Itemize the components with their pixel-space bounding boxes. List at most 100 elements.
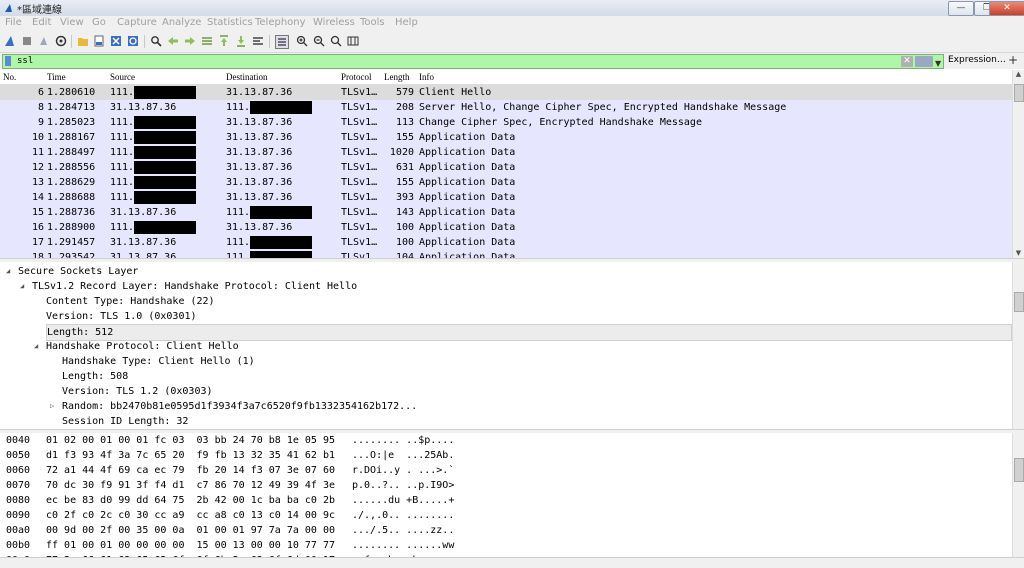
packet-source: 111. xyxy=(110,117,135,128)
menu-bar: File Edit View Go Capture Analyze Statis… xyxy=(0,16,1024,31)
menu-go[interactable]: Go xyxy=(92,17,106,28)
bytes-row[interactable]: 0070 70 dc 30 f9 91 3f f4 d1 c7 86 70 12 … xyxy=(0,478,1012,493)
bytes-row[interactable]: 00a0 00 9d 00 2f 00 35 00 0a 01 00 01 97 … xyxy=(0,523,1012,538)
packet-protocol: TLSv1… xyxy=(341,237,378,248)
minimize-button[interactable]: — xyxy=(948,1,974,16)
packet-no: 18 xyxy=(31,252,44,258)
col-info[interactable]: Info xyxy=(419,72,434,82)
packet-row[interactable]: 13 1.288629 111. 31.13.87.36 TLSv1… 155 Applic… xyxy=(0,175,1012,190)
zoom-out-icon[interactable] xyxy=(313,35,325,47)
go-last-packet-icon[interactable] xyxy=(235,35,247,47)
close-button[interactable]: ✕ xyxy=(989,1,1024,16)
bytes-hex: 70 dc 30 f9 91 3f f4 d1 c7 86 70 12 49 3… xyxy=(46,480,335,491)
packet-time: 1.293542 xyxy=(47,252,96,258)
tree-expanded-icon[interactable]: ◢ xyxy=(20,279,24,294)
packet-protocol: TLSv1… xyxy=(341,252,378,258)
col-protocol[interactable]: Protocol xyxy=(341,72,372,82)
tree-expanded-icon[interactable]: ◢ xyxy=(6,264,10,279)
zoom-in-icon[interactable] xyxy=(296,35,308,47)
packet-no: 14 xyxy=(31,192,44,203)
col-time[interactable]: Time xyxy=(47,72,66,82)
menu-capture[interactable]: Capture xyxy=(117,17,157,28)
packet-row[interactable]: 16 1.288900 111. 31.13.87.36 TLSv1… 100 Applic… xyxy=(0,220,1012,235)
packet-info: Application Data xyxy=(419,177,516,188)
packet-row[interactable]: 18 1.293542 31.13.87.36 111. TLSv1… 104 Applic… xyxy=(0,250,1012,258)
bytes-row[interactable]: 0090 c0 2f c0 2c c0 30 cc a9 cc a8 c0 13 … xyxy=(0,508,1012,523)
add-filter-button[interactable]: + xyxy=(1008,53,1018,67)
col-destination[interactable]: Destination xyxy=(226,72,268,82)
window-title: *區域連線 xyxy=(17,5,62,16)
reload-file-icon[interactable] xyxy=(127,35,139,47)
go-back-icon[interactable] xyxy=(167,35,179,47)
packet-list-scrollbar[interactable]: ▲ ▼ xyxy=(1012,70,1024,258)
start-capture-icon[interactable] xyxy=(4,35,16,47)
close-file-icon[interactable] xyxy=(110,35,122,47)
bytes-row[interactable]: 0040 01 02 00 01 00 01 fc 03 03 bb 24 70 … xyxy=(0,433,1012,448)
bytes-hex: 01 02 00 01 00 01 fc 03 03 bb 24 70 b8 1… xyxy=(46,435,335,446)
auto-scroll-icon[interactable] xyxy=(252,35,264,47)
apply-filter-icon[interactable] xyxy=(915,56,933,67)
packet-no: 9 xyxy=(37,117,44,128)
menu-statistics[interactable]: Statistics xyxy=(207,17,253,28)
restart-capture-icon[interactable] xyxy=(38,35,50,47)
expression-button[interactable]: Expression… xyxy=(948,55,1006,65)
menu-edit[interactable]: Edit xyxy=(32,17,51,28)
stop-capture-icon[interactable] xyxy=(21,35,33,47)
capture-options-icon[interactable] xyxy=(55,35,67,47)
menu-analyze[interactable]: Analyze xyxy=(162,17,201,28)
go-to-packet-icon[interactable] xyxy=(201,35,213,47)
menu-tools[interactable]: Tools xyxy=(360,17,385,28)
packet-row[interactable]: 11 1.288497 111. 31.13.87.36 TLSv1… 1020 Appli… xyxy=(0,145,1012,160)
filter-bookmark-icon[interactable] xyxy=(5,56,11,66)
normal-size-icon[interactable] xyxy=(330,35,342,47)
bytes-scrollbar[interactable] xyxy=(1012,433,1024,557)
packet-row[interactable]: 17 1.291457 31.13.87.36 111. TLSv1… 100 Applic… xyxy=(0,235,1012,250)
packet-source: 111. xyxy=(110,192,135,203)
packet-info: Application Data xyxy=(419,252,516,258)
menu-telephony[interactable]: Telephony xyxy=(255,17,306,28)
packet-row[interactable]: 9 1.285023 111. 31.13.87.36 TLSv1… 113 Change … xyxy=(0,115,1012,130)
go-forward-icon[interactable] xyxy=(184,35,196,47)
tree-collapsed-icon[interactable]: ▷ xyxy=(50,399,54,414)
wireshark-fin-icon xyxy=(5,4,12,12)
bytes-row[interactable]: 0080 ec be 83 d0 99 dd 64 75 2b 42 00 1c … xyxy=(0,493,1012,508)
packet-row[interactable]: 14 1.288688 111. 31.13.87.36 TLSv1… 393 Applic… xyxy=(0,190,1012,205)
detail-text: Secure Sockets Layer xyxy=(18,266,139,277)
bytes-row[interactable]: 00b0 ff 01 00 01 00 00 00 00 15 00 13 00 … xyxy=(0,538,1012,553)
packet-row[interactable]: 6 1.280610 111. 31.13.87.36 TLSv1… 579 Client … xyxy=(0,85,1012,100)
col-length[interactable]: Length xyxy=(384,72,410,82)
bytes-hex: d1 f3 93 4f 3a 7c 65 20 f9 fb 13 32 35 4… xyxy=(46,450,335,461)
packet-row[interactable]: 8 1.284713 31.13.87.36 111. TLSv1… 208 Server … xyxy=(0,100,1012,115)
packet-row[interactable]: 12 1.288556 111. 31.13.87.36 TLSv1… 631 Applic… xyxy=(0,160,1012,175)
col-no[interactable]: No. xyxy=(3,72,16,82)
go-first-packet-icon[interactable] xyxy=(218,35,230,47)
details-scrollbar[interactable] xyxy=(1012,262,1024,429)
save-file-icon[interactable] xyxy=(93,35,105,47)
tree-expanded-icon[interactable]: ◢ xyxy=(34,339,38,354)
filter-dropdown-icon[interactable]: ▼ xyxy=(935,57,941,70)
redaction-block xyxy=(134,131,196,144)
packet-source: 31.13.87.36 xyxy=(110,207,177,218)
find-packet-icon[interactable] xyxy=(150,35,162,47)
clear-filter-icon[interactable]: ✕ xyxy=(901,56,913,67)
bytes-ascii: .../.5.. ....zz.. xyxy=(352,525,455,536)
packet-row[interactable]: 10 1.288167 111. 31.13.87.36 TLSv1… 155 Applic… xyxy=(0,130,1012,145)
packet-row[interactable]: 15 1.288736 31.13.87.36 111. TLSv1… 143 Applic… xyxy=(0,205,1012,220)
packet-info: Application Data xyxy=(419,222,516,233)
bytes-offset: 00a0 xyxy=(6,525,31,536)
colorize-icon[interactable] xyxy=(275,35,289,49)
bytes-row[interactable]: 0050 d1 f3 93 4f 3a 7c 65 20 f9 fb 13 32 … xyxy=(0,448,1012,463)
packet-list-header: No. Time Source Destination Protocol Len… xyxy=(0,70,1012,85)
menu-view[interactable]: View xyxy=(60,17,84,28)
menu-help[interactable]: Help xyxy=(395,17,418,28)
menu-file[interactable]: File xyxy=(5,17,22,28)
col-source[interactable]: Source xyxy=(110,72,135,82)
packet-protocol: TLSv1… xyxy=(341,177,378,188)
packet-length: 100 xyxy=(395,237,414,248)
bytes-row[interactable]: 0060 72 a1 44 4f 69 ca ec 79 fb 20 14 f3 … xyxy=(0,463,1012,478)
menu-wireless[interactable]: Wireless xyxy=(313,17,355,28)
packet-protocol: TLSv1… xyxy=(341,207,378,218)
resize-columns-icon[interactable] xyxy=(347,35,359,47)
display-filter-input[interactable]: ssl ✕ ▼ xyxy=(2,54,944,69)
open-file-icon[interactable] xyxy=(77,35,89,47)
